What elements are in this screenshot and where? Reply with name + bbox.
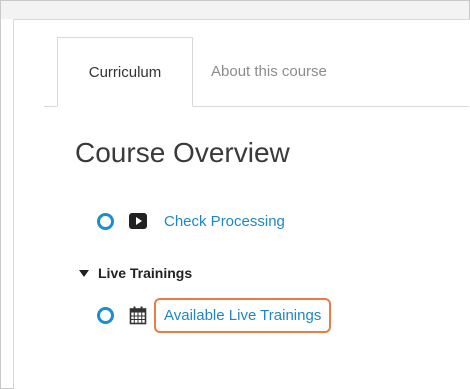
list-item-check-processing: Check Processing xyxy=(97,209,285,233)
available-live-trainings-link[interactable]: Available Live Trainings xyxy=(154,297,332,333)
section-label: Live Trainings xyxy=(98,265,193,281)
screenshot-frame: Curriculum About this course Course Over… xyxy=(0,0,470,389)
calendar-icon xyxy=(128,305,148,325)
tab-curriculum[interactable]: Curriculum xyxy=(57,37,193,107)
progress-circle-icon xyxy=(97,212,114,230)
page-title: Course Overview xyxy=(75,137,290,168)
top-bar xyxy=(1,1,469,19)
check-processing-link[interactable]: Check Processing xyxy=(164,213,285,230)
course-tabs: Curriculum About this course xyxy=(44,37,469,107)
list-item-available-live-trainings: Available Live Trainings xyxy=(97,297,332,333)
video-icon xyxy=(128,211,148,231)
section-live-trainings[interactable]: Live Trainings xyxy=(79,265,192,281)
tab-about-this-course[interactable]: About this course xyxy=(211,37,327,107)
caret-down-icon[interactable] xyxy=(79,269,89,277)
progress-circle-icon xyxy=(97,306,114,324)
